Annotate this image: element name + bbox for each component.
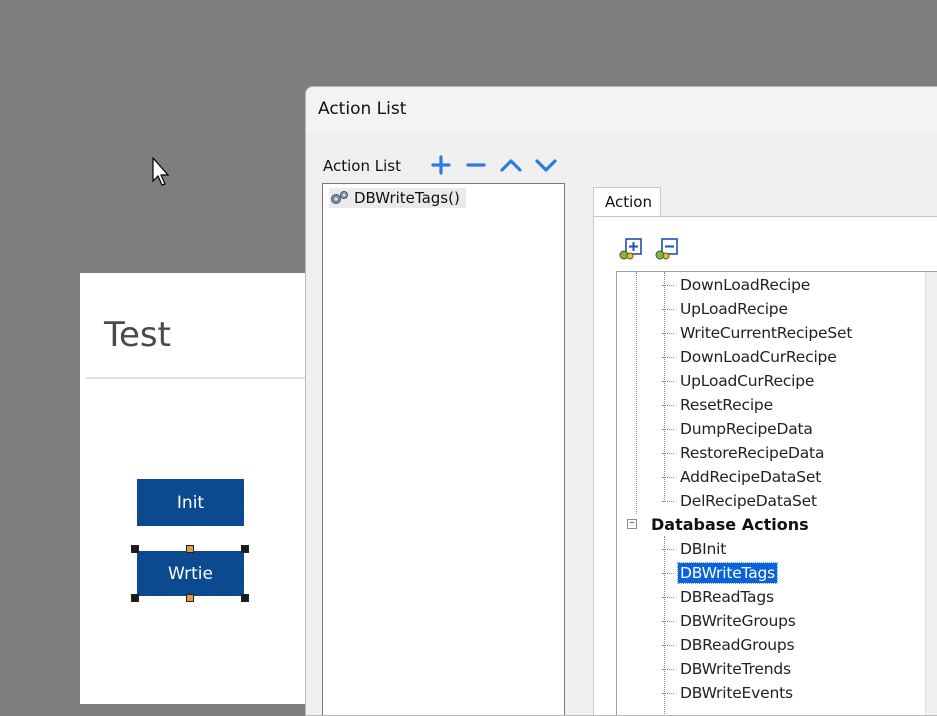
tree-item[interactable]: DownLoadCurRecipe xyxy=(662,346,839,368)
list-item-label: DBWriteTags() xyxy=(354,189,460,207)
action-list[interactable]: DBWriteTags() xyxy=(322,183,565,715)
chevron-up-icon xyxy=(500,159,522,172)
add-action-tree-button[interactable] xyxy=(618,237,644,261)
dialog-title: Action List xyxy=(318,99,407,119)
tree-item[interactable]: DBWriteEvents xyxy=(662,682,795,704)
plus-icon xyxy=(431,155,451,175)
resize-handle[interactable] xyxy=(186,594,194,602)
mouse-cursor-icon xyxy=(152,157,170,186)
move-down-button[interactable] xyxy=(533,153,559,177)
tree-item[interactable]: DBWriteTrends xyxy=(662,658,793,680)
resize-handle[interactable] xyxy=(241,594,249,602)
move-up-button[interactable] xyxy=(498,153,524,177)
tree-item[interactable]: UpLoadRecipe xyxy=(662,298,790,320)
action-list-dialog: Action List Action List DBWriteTags() Ac… xyxy=(305,86,937,716)
minus-icon xyxy=(466,163,486,167)
chevron-down-icon xyxy=(535,159,557,172)
tree-item[interactable]: RestoreRecipeData xyxy=(662,442,826,464)
resize-handle[interactable] xyxy=(186,545,194,553)
action-tree[interactable]: DownLoadRecipe UpLoadRecipe WriteCurrent… xyxy=(616,271,937,715)
tree-item[interactable]: DBReadTags xyxy=(662,586,776,608)
collapse-icon[interactable]: − xyxy=(627,519,637,529)
remove-action-icon xyxy=(655,238,678,260)
remove-action-button[interactable] xyxy=(463,153,489,177)
resize-handle[interactable] xyxy=(131,594,139,602)
tree-item[interactable]: DownLoadRecipe xyxy=(662,274,812,296)
tree-group-database-actions[interactable]: − Database Actions xyxy=(627,513,809,535)
page-title: Test xyxy=(104,315,171,355)
tree-guide xyxy=(636,272,637,514)
title-divider xyxy=(86,377,316,379)
write-button[interactable]: Wrtie xyxy=(137,551,244,596)
tree-group-label: Database Actions xyxy=(651,514,809,534)
tree-item[interactable]: WriteCurrentRecipeSet xyxy=(662,322,854,344)
resize-handle[interactable] xyxy=(131,545,139,553)
action-panel: DownLoadRecipe UpLoadRecipe WriteCurrent… xyxy=(593,216,937,715)
remove-action-tree-button[interactable] xyxy=(654,237,680,261)
init-button[interactable]: Init xyxy=(137,479,244,526)
tree-item[interactable]: DBReadGroups xyxy=(662,634,796,656)
dialog-titlebar[interactable]: Action List xyxy=(306,87,937,131)
tree-item[interactable]: AddRecipeDataSet xyxy=(662,466,823,488)
add-action-icon xyxy=(619,238,642,260)
action-list-label: Action List xyxy=(323,157,401,175)
tree-scrollbar[interactable] xyxy=(925,272,937,715)
list-item[interactable]: DBWriteTags() xyxy=(329,188,466,208)
tab-action[interactable]: Action xyxy=(593,187,661,217)
tree-item[interactable]: DBWriteGroups xyxy=(662,610,798,632)
tree-item[interactable]: DelRecipeDataSet xyxy=(662,490,819,512)
add-action-button[interactable] xyxy=(428,153,454,177)
design-canvas-page: Test Init Wrtie xyxy=(80,273,320,704)
tree-item[interactable]: DumpRecipeData xyxy=(662,418,815,440)
tree-item[interactable]: ResetRecipe xyxy=(662,394,775,416)
tree-item-selected[interactable]: DBWriteTags xyxy=(662,562,779,584)
resize-handle[interactable] xyxy=(241,545,249,553)
gear-icon xyxy=(331,191,348,204)
tree-item[interactable]: DBInit xyxy=(662,538,728,560)
tree-item[interactable]: UpLoadCurRecipe xyxy=(662,370,816,392)
